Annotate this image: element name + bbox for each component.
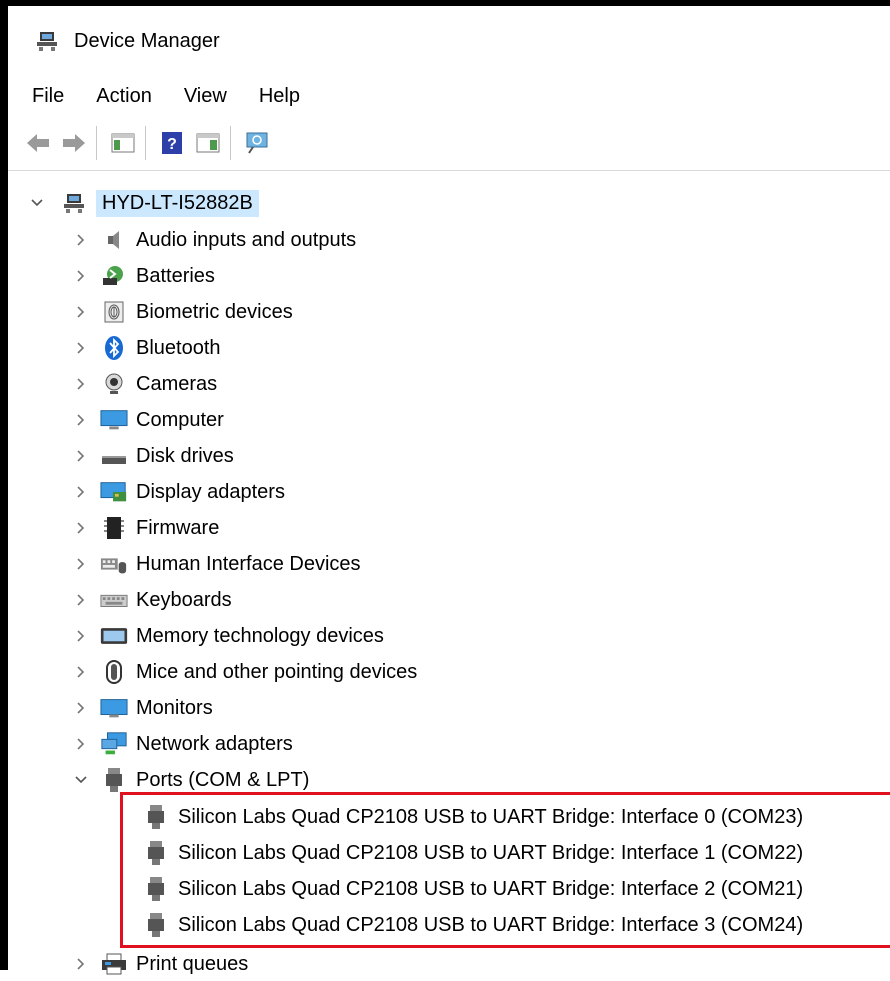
- tree-item-label: Batteries: [136, 264, 215, 287]
- chevron-right-icon[interactable]: [72, 955, 90, 973]
- tree-item-batteries[interactable]: Batteries: [72, 259, 215, 293]
- tree-item-bluetooth[interactable]: Bluetooth: [72, 331, 221, 365]
- disk-drive-icon: [100, 442, 128, 470]
- tree-item-label: Disk drives: [136, 444, 234, 467]
- menu-file[interactable]: File: [32, 85, 78, 108]
- chevron-down-icon[interactable]: [72, 771, 90, 789]
- chevron-right-icon[interactable]: [72, 627, 90, 645]
- bluetooth-icon: [100, 334, 128, 362]
- tree-item-computer[interactable]: Computer: [72, 403, 224, 437]
- chevron-right-icon[interactable]: [72, 483, 90, 501]
- scan-hardware-button[interactable]: [241, 127, 273, 159]
- tree-root[interactable]: HYD-LT-I52882B: [28, 186, 259, 220]
- chevron-right-icon[interactable]: [72, 303, 90, 321]
- menu-view[interactable]: View: [184, 85, 241, 108]
- tree-item-biometric[interactable]: Biometric devices: [72, 295, 293, 329]
- svg-text:?: ?: [167, 136, 177, 153]
- tree-item-label: Bluetooth: [136, 336, 221, 359]
- tree-item-label: Computer: [136, 408, 224, 431]
- device-manager-icon: [34, 28, 60, 54]
- hid-icon: [100, 550, 128, 578]
- help-icon: ?: [162, 132, 182, 154]
- show-action-pane-button[interactable]: [192, 127, 224, 159]
- action-pane-icon: [196, 133, 220, 153]
- tree-item-network[interactable]: Network adapters: [72, 727, 293, 761]
- toolbar-separator: [230, 126, 231, 160]
- speaker-icon: [100, 226, 128, 254]
- memory-card-icon: [100, 622, 128, 650]
- chevron-right-icon[interactable]: [72, 555, 90, 573]
- tree-item-cameras[interactable]: Cameras: [72, 367, 217, 401]
- fingerprint-icon: [100, 298, 128, 326]
- tree-item-display-adapters[interactable]: Display adapters: [72, 475, 285, 509]
- firmware-icon: [100, 514, 128, 542]
- chevron-right-icon[interactable]: [72, 447, 90, 465]
- show-hide-console-tree-button[interactable]: [107, 127, 139, 159]
- tree-item-firmware[interactable]: Firmware: [72, 511, 219, 545]
- monitor-icon: [100, 694, 128, 722]
- tree-item-print-queues[interactable]: Print queues: [72, 947, 248, 981]
- menu-action[interactable]: Action: [96, 85, 166, 108]
- tree-item-label: Biometric devices: [136, 300, 293, 323]
- console-tree-icon: [111, 133, 135, 153]
- menu-bar: File Action View Help: [8, 76, 890, 116]
- toolbar: ?: [8, 116, 890, 171]
- tree-item-label: Cameras: [136, 372, 218, 395]
- tree-item-mice[interactable]: Mice and other pointing devices: [72, 655, 417, 689]
- chevron-right-icon[interactable]: [72, 735, 90, 753]
- window-title: Device Manager: [74, 29, 220, 52]
- chevron-right-icon[interactable]: [72, 231, 90, 249]
- tree-item-label: Ports (COM & LPT): [136, 768, 310, 791]
- network-icon: [100, 730, 128, 758]
- chevron-right-icon[interactable]: [72, 663, 90, 681]
- forward-button[interactable]: [58, 127, 90, 159]
- chevron-down-icon[interactable]: [28, 194, 46, 212]
- printer-icon: [100, 950, 128, 978]
- chevron-right-icon[interactable]: [72, 411, 90, 429]
- camera-icon: [100, 370, 128, 398]
- back-icon: [27, 134, 49, 152]
- tree-item-label: Human Interface Devices: [136, 552, 361, 575]
- tree-item-memory[interactable]: Memory technology devices: [72, 619, 384, 653]
- chevron-right-icon[interactable]: [72, 267, 90, 285]
- tree-item-disk-drives[interactable]: Disk drives: [72, 439, 234, 473]
- tree-item-label: Mice and other pointing devices: [136, 660, 418, 683]
- display-adapter-icon: [100, 478, 128, 506]
- tree-item-label: Network adapters: [136, 732, 293, 755]
- back-button[interactable]: [22, 127, 54, 159]
- tree-item-audio[interactable]: Audio inputs and outputs: [72, 223, 356, 257]
- port-icon: [100, 766, 128, 794]
- tree-item-label: Monitors: [136, 696, 213, 719]
- tree-item-label: Keyboards: [136, 588, 232, 611]
- chevron-right-icon[interactable]: [72, 375, 90, 393]
- mouse-icon: [100, 658, 128, 686]
- chevron-right-icon[interactable]: [72, 519, 90, 537]
- tree-item-label: Print queues: [136, 952, 249, 975]
- tree-item-label: Display adapters: [136, 480, 285, 503]
- scan-hardware-icon: [246, 132, 268, 154]
- toolbar-separator: [145, 126, 146, 160]
- menu-help[interactable]: Help: [259, 85, 314, 108]
- tree-item-monitors[interactable]: Monitors: [72, 691, 213, 725]
- tree-item-label: Firmware: [136, 516, 220, 539]
- tree-item-label: Memory technology devices: [136, 624, 384, 647]
- tree-item-keyboards[interactable]: Keyboards: [72, 583, 232, 617]
- device-manager-window: Device Manager File Action View Help ? H…: [0, 0, 890, 975]
- chevron-right-icon[interactable]: [72, 699, 90, 717]
- toolbar-separator: [96, 126, 97, 160]
- battery-icon: [100, 262, 128, 290]
- root-label: HYD-LT-I52882B: [96, 189, 259, 217]
- computer-root-icon: [60, 189, 88, 217]
- highlight-annotation-box: [120, 792, 890, 948]
- keyboard-icon: [100, 586, 128, 614]
- chevron-right-icon[interactable]: [72, 591, 90, 609]
- tree-item-hid[interactable]: Human Interface Devices: [72, 547, 361, 581]
- forward-icon: [63, 134, 85, 152]
- chevron-right-icon[interactable]: [72, 339, 90, 357]
- tree-item-label: Audio inputs and outputs: [136, 228, 357, 251]
- computer-icon: [100, 406, 128, 434]
- title-bar: Device Manager: [8, 6, 890, 76]
- help-button[interactable]: ?: [156, 127, 188, 159]
